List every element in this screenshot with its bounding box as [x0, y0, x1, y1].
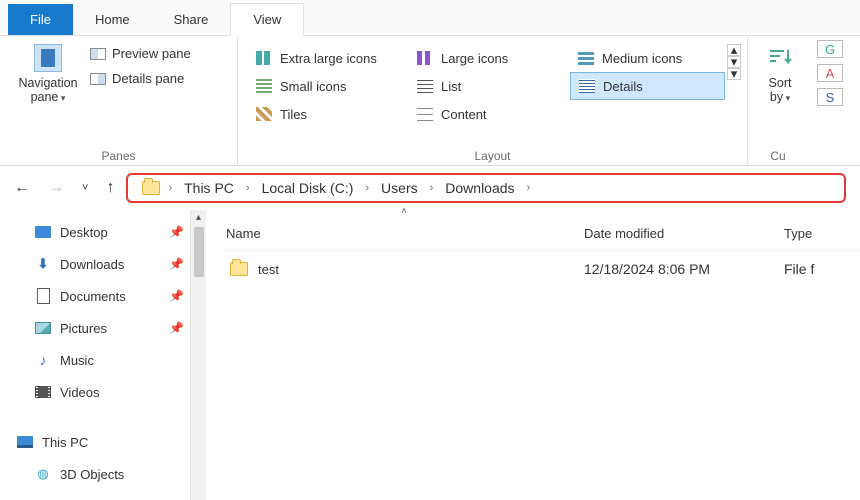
pictures-icon — [35, 322, 51, 334]
tab-view[interactable]: View — [230, 3, 304, 36]
sort-icon — [764, 44, 796, 72]
preview-pane-button[interactable]: Preview pane — [86, 44, 195, 63]
crumb-local-disk[interactable]: Local Disk (C:) — [258, 178, 358, 198]
chevron-right-icon[interactable]: › — [244, 182, 252, 194]
this-pc-icon — [17, 436, 33, 448]
column-date[interactable]: Date modified — [584, 226, 784, 241]
group-sort: Sort by Cu — [748, 36, 808, 165]
file-date: 12/18/2024 8:06 PM — [584, 261, 784, 277]
details-icon — [579, 79, 595, 93]
small-icons-icon — [256, 79, 272, 93]
sidebar-item-pictures[interactable]: Pictures📌 — [34, 312, 206, 344]
tiles-icon — [256, 107, 272, 121]
chevron-right-icon[interactable]: › — [525, 182, 533, 194]
crumb-users[interactable]: Users — [377, 178, 422, 198]
chevron-right-icon[interactable]: › — [363, 182, 371, 194]
nav-up-button[interactable]: ↑ — [106, 179, 114, 197]
sort-by-button[interactable]: Sort by — [758, 40, 802, 109]
column-type[interactable]: Type — [784, 226, 860, 241]
layout-large-icons[interactable]: Large icons — [409, 44, 564, 72]
group-current-title: Cu — [758, 147, 798, 163]
scroll-thumb[interactable] — [194, 227, 204, 277]
sidebar-item-3d-objects[interactable]: ◍3D Objects — [34, 458, 206, 490]
file-name: test — [258, 262, 279, 277]
extra-large-icons-icon — [256, 51, 272, 65]
sidebar-scrollbar[interactable]: ▴ — [190, 210, 206, 500]
navigation-pane-label: Navigation pane — [16, 76, 80, 105]
layout-tiles[interactable]: Tiles — [248, 100, 403, 128]
tab-home[interactable]: Home — [73, 4, 152, 35]
group-panes-title: Panes — [10, 147, 227, 163]
tab-file[interactable]: File — [8, 4, 73, 35]
nav-back-button[interactable]: ← — [14, 179, 30, 197]
layout-medium-icons[interactable]: Medium icons — [570, 44, 725, 72]
preview-pane-icon — [90, 48, 106, 60]
nav-forward-button[interactable]: → — [48, 179, 64, 197]
large-icons-icon — [417, 51, 433, 65]
pin-icon: 📌 — [169, 225, 184, 239]
details-pane-icon — [90, 73, 106, 85]
pin-icon: 📌 — [169, 321, 184, 335]
file-list: ˄ Name Date modified Type test 12/18/202… — [206, 210, 860, 500]
preview-pane-label: Preview pane — [112, 46, 191, 61]
table-row[interactable]: test 12/18/2024 8:06 PM File f — [224, 251, 860, 287]
videos-icon — [35, 386, 51, 398]
folder-icon — [230, 262, 248, 276]
group-panes: Navigation pane Preview pane Details pan… — [0, 36, 238, 165]
layout-content[interactable]: Content — [409, 100, 564, 128]
music-icon: ♪ — [34, 352, 52, 368]
size-columns-button[interactable]: S — [817, 88, 843, 106]
group-layout: Extra large icons Large icons Medium ico… — [238, 36, 748, 165]
layout-list[interactable]: List — [409, 72, 564, 100]
chevron-right-icon[interactable]: › — [166, 182, 174, 194]
tab-share[interactable]: Share — [152, 4, 231, 35]
sidebar-item-this-pc[interactable]: This PC — [16, 426, 206, 458]
sidebar-item-downloads[interactable]: ⬇Downloads📌 — [34, 248, 206, 280]
sort-indicator-icon: ˄ — [224, 206, 584, 217]
nav-recent-dropdown[interactable]: ˅ — [82, 182, 88, 194]
details-pane-button[interactable]: Details pane — [86, 69, 195, 88]
chevron-right-icon[interactable]: › — [428, 182, 436, 194]
documents-icon — [37, 288, 50, 304]
scroll-up-icon[interactable]: ▴ — [196, 212, 201, 223]
details-pane-label: Details pane — [112, 71, 184, 86]
layout-expand[interactable]: ▾ — [727, 68, 741, 80]
layout-extra-large-icons[interactable]: Extra large icons — [248, 44, 403, 72]
content-area: Desktop📌 ⬇Downloads📌 Documents📌 Pictures… — [0, 210, 860, 500]
sidebar-item-desktop[interactable]: Desktop📌 — [34, 216, 206, 248]
address-bar-row: ← → ˅ ↑ › This PC › Local Disk (C:) › Us… — [0, 166, 860, 210]
sidebar-item-documents[interactable]: Documents📌 — [34, 280, 206, 312]
content-icon — [417, 107, 433, 121]
sidebar: Desktop📌 ⬇Downloads📌 Documents📌 Pictures… — [0, 210, 206, 500]
pin-icon: 📌 — [169, 257, 184, 271]
3d-objects-icon: ◍ — [34, 466, 52, 482]
file-type: File f — [784, 261, 860, 277]
breadcrumb[interactable]: › This PC › Local Disk (C:) › Users › Do… — [126, 173, 846, 203]
group-truncated-right: G A S — [808, 36, 852, 165]
layout-details[interactable]: Details — [570, 72, 725, 100]
crumb-downloads[interactable]: Downloads — [441, 178, 518, 198]
group-by-button[interactable]: G — [817, 40, 843, 58]
list-icon — [417, 79, 433, 93]
crumb-this-pc[interactable]: This PC — [180, 178, 238, 198]
sidebar-item-videos[interactable]: Videos — [34, 376, 206, 408]
sidebar-item-music[interactable]: ♪Music — [34, 344, 206, 376]
pin-icon: 📌 — [169, 289, 184, 303]
column-name[interactable]: Name — [224, 226, 584, 241]
ribbon-tabs: File Home Share View — [0, 0, 860, 36]
downloads-icon: ⬇ — [34, 256, 52, 272]
sort-by-label: Sort by — [764, 76, 796, 105]
medium-icons-icon — [578, 51, 594, 65]
navigation-pane-button[interactable]: Navigation pane — [10, 40, 86, 109]
add-columns-button[interactable]: A — [817, 64, 843, 82]
breadcrumb-folder-icon — [142, 181, 160, 195]
layout-small-icons[interactable]: Small icons — [248, 72, 403, 100]
desktop-icon — [35, 226, 51, 238]
group-layout-title: Layout — [248, 147, 737, 163]
navigation-pane-icon — [34, 44, 62, 72]
ribbon: Navigation pane Preview pane Details pan… — [0, 36, 860, 166]
column-headers: Name Date modified Type — [224, 217, 860, 251]
